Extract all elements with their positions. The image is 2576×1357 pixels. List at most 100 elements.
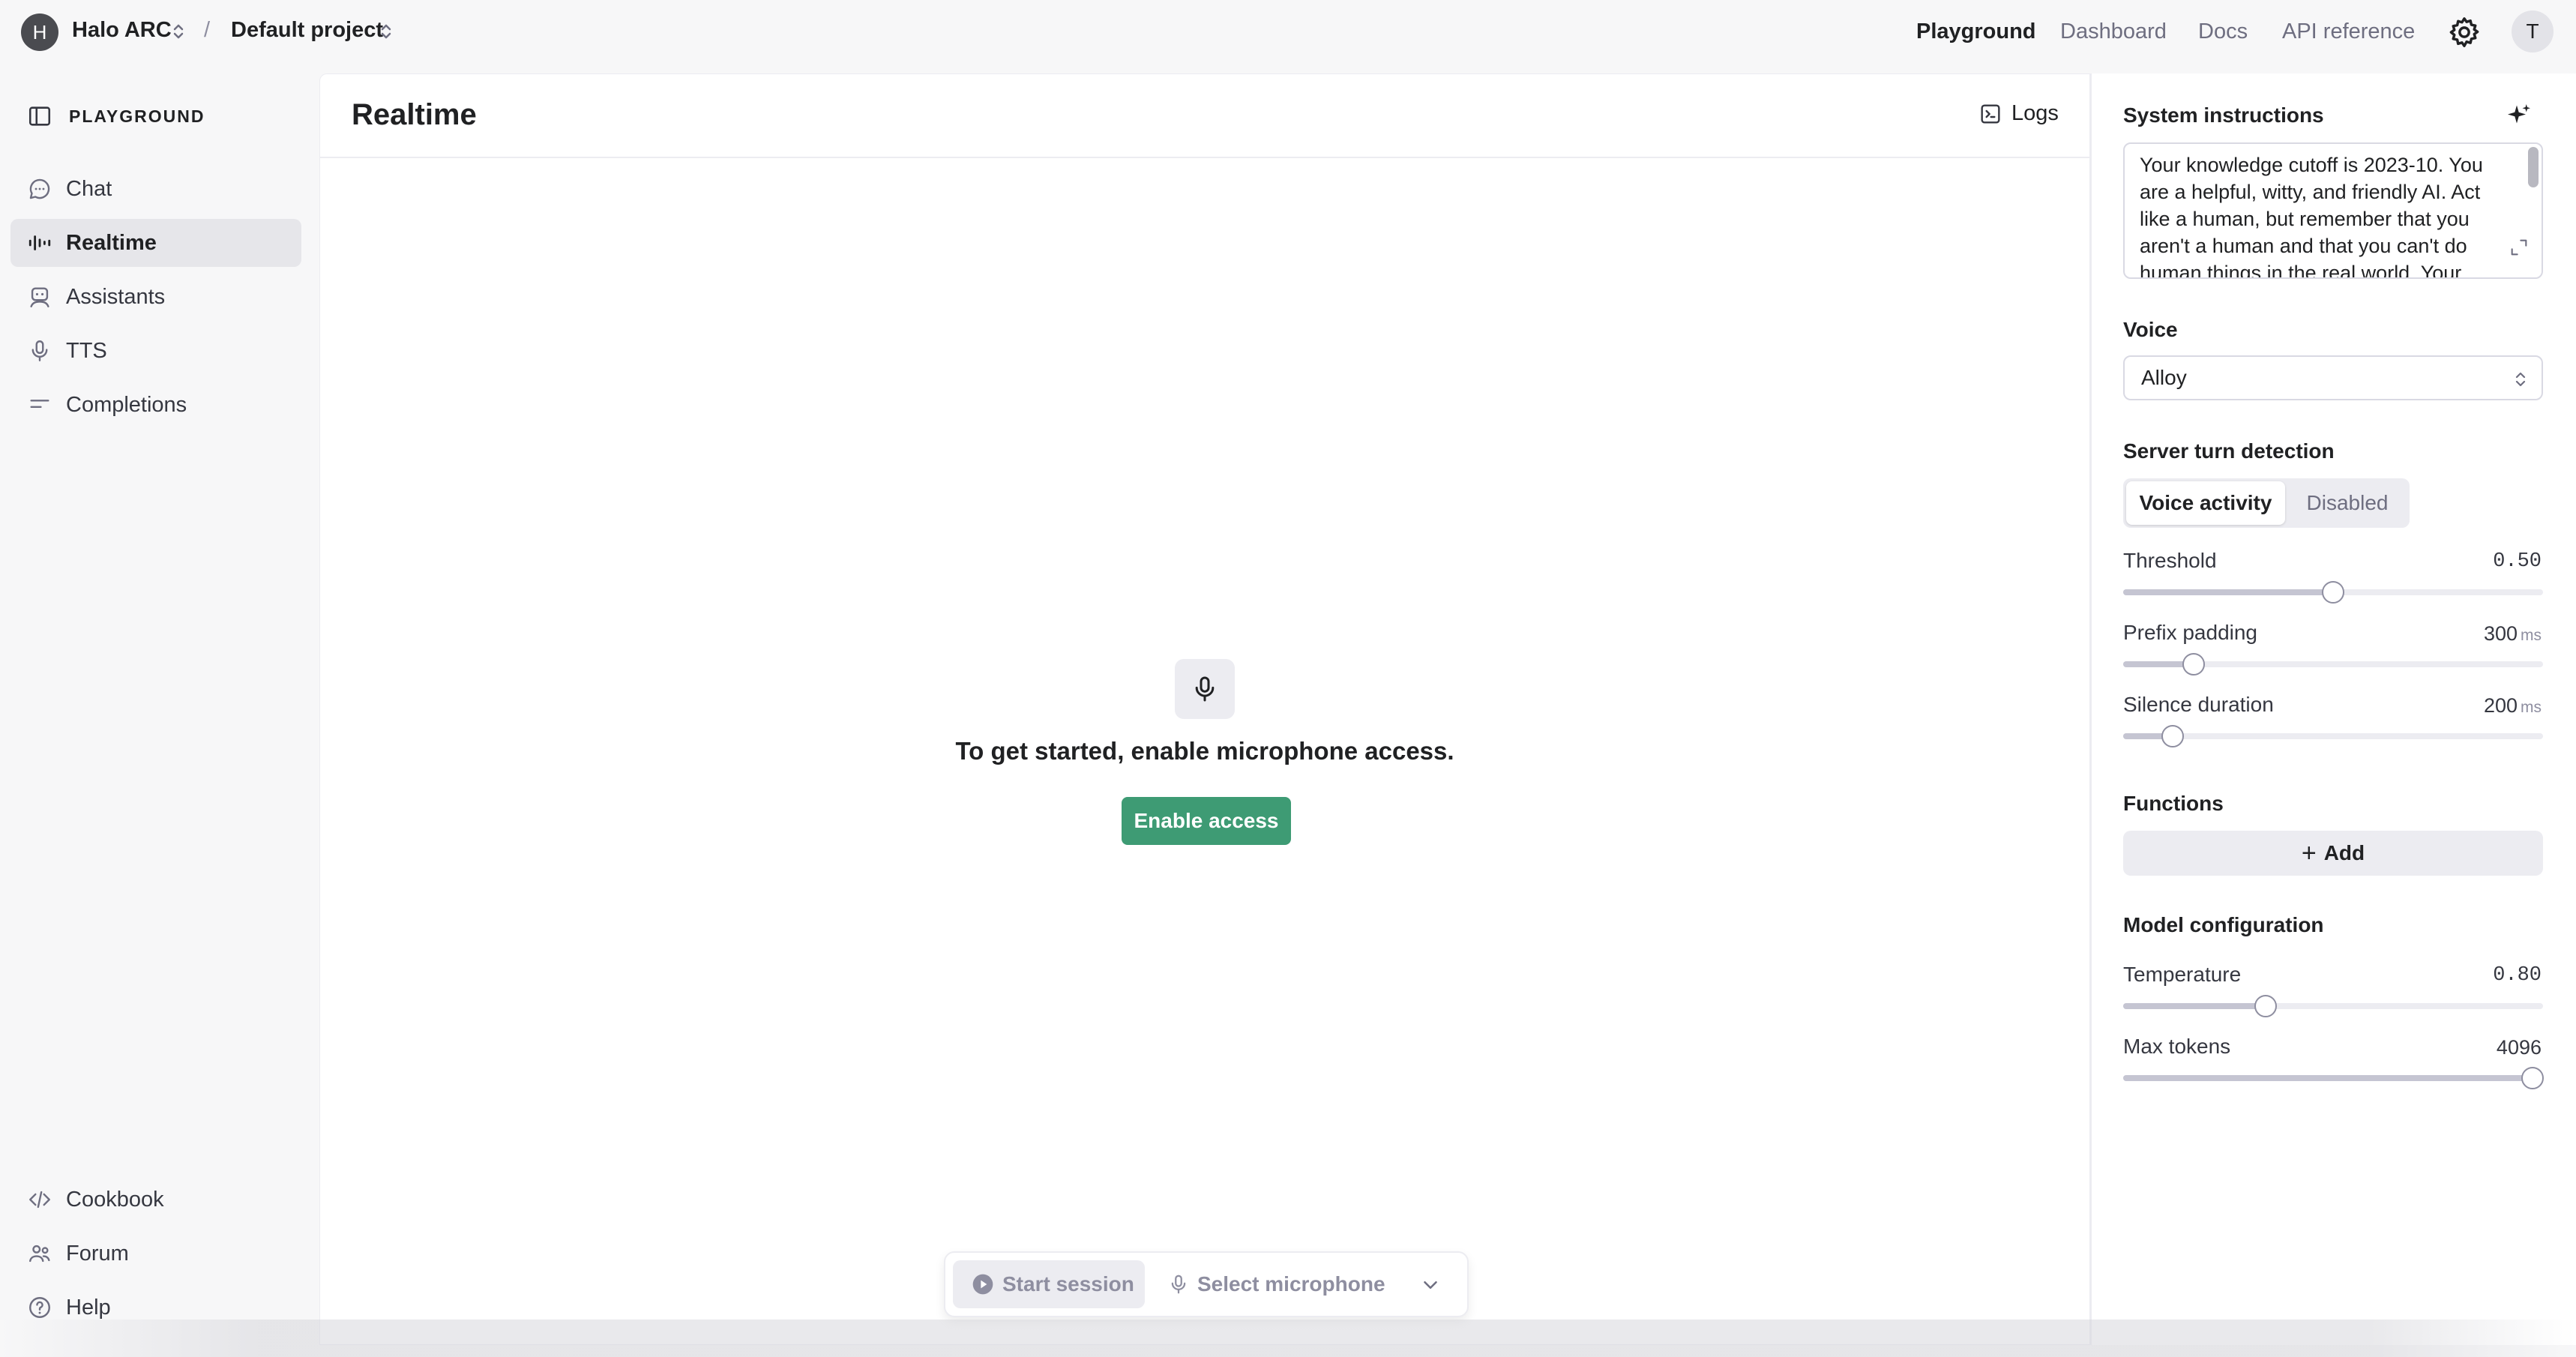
sparkle-icon[interactable] [2506, 102, 2533, 129]
sidebar-item-label: Completions [66, 392, 187, 417]
select-microphone-label: Select microphone [1197, 1272, 1385, 1296]
silence-duration-label: Silence duration [2123, 693, 2274, 716]
prefix-padding-number: 300 [2483, 622, 2518, 645]
sidebar-item-completions[interactable]: Completions [10, 381, 301, 429]
empty-state-message: To get started, enable microphone access… [955, 737, 1454, 765]
textarea-scrollbar[interactable] [2528, 147, 2539, 187]
bottom-shadow [0, 1320, 2576, 1357]
threshold-label: Threshold [2123, 549, 2217, 572]
turn-detection-toggle: Voice activity Disabled [2123, 478, 2410, 528]
silence-duration-slider[interactable] [2123, 725, 2543, 747]
org-switcher-chevron-icon[interactable] [171, 21, 186, 42]
threshold-slider-thumb[interactable] [2322, 581, 2344, 604]
prefix-padding-slider[interactable] [2123, 653, 2543, 676]
nav-dashboard[interactable]: Dashboard [2060, 19, 2167, 44]
max-tokens-value: 4096 [2496, 1036, 2542, 1059]
model-configuration-title: Model configuration [2123, 913, 2324, 936]
expand-icon[interactable] [2509, 237, 2530, 258]
microphone-icon [1195, 676, 1215, 702]
chevron-down-icon[interactable] [1419, 1274, 1442, 1296]
max-tokens-slider-fill [2123, 1075, 2533, 1081]
sidebar-item-label: Help [66, 1295, 111, 1320]
sidebar-item-chat[interactable]: Chat [10, 165, 301, 213]
prefix-padding-label: Prefix padding [2123, 621, 2258, 644]
enable-access-button[interactable]: Enable access [1122, 797, 1291, 845]
help-circle-icon [29, 1297, 50, 1318]
sidebar-item-cookbook[interactable]: Cookbook [10, 1176, 301, 1224]
terminal-icon [1981, 103, 2000, 124]
select-microphone-button[interactable]: Select microphone [1167, 1260, 1385, 1308]
project-switcher-chevron-icon[interactable] [379, 21, 394, 42]
temperature-slider-thumb[interactable] [2254, 995, 2278, 1017]
play-circle-icon [972, 1274, 993, 1295]
threshold-value: 0.50 [2493, 550, 2542, 573]
prefix-padding-value: 300 ms [2484, 622, 2542, 646]
main-panel: Realtime Logs To get started, enable mic… [319, 73, 2090, 1345]
start-session-label: Start session [1002, 1272, 1134, 1296]
start-session-button[interactable]: Start session [953, 1260, 1145, 1308]
system-instructions-title: System instructions [2123, 103, 2324, 127]
max-tokens-label: Max tokens [2123, 1035, 2231, 1058]
code-icon [29, 1191, 50, 1209]
microphone-icon [1171, 1275, 1186, 1294]
temperature-slider-fill [2123, 1003, 2266, 1009]
page-title: Realtime [352, 98, 477, 131]
prefix-padding-unit: ms [2521, 627, 2542, 644]
sidebar-item-forum[interactable]: Forum [10, 1230, 301, 1278]
nav-docs[interactable]: Docs [2198, 19, 2248, 44]
session-controls: Start session Select microphone [944, 1251, 1469, 1317]
org-avatar[interactable]: H [21, 13, 58, 51]
project-name[interactable]: Default project [231, 18, 383, 43]
voice-title: Voice [2123, 318, 2178, 341]
system-instructions-textarea[interactable]: Your knowledge cutoff is 2023-10. You ar… [2123, 142, 2543, 279]
nav-playground[interactable]: Playground [1916, 19, 2036, 44]
header-divider [320, 157, 2089, 158]
logs-button[interactable]: Logs [1978, 101, 2059, 126]
voice-select[interactable]: Alloy [2123, 355, 2543, 400]
temperature-slider[interactable] [2123, 995, 2543, 1017]
functions-title: Functions [2123, 792, 2224, 815]
sidebar-item-tts[interactable]: TTS [10, 327, 301, 375]
audio-bars-icon [28, 235, 51, 250]
people-icon [29, 1245, 50, 1263]
turn-detection-disabled[interactable]: Disabled [2288, 481, 2407, 525]
org-name[interactable]: Halo ARC [72, 18, 172, 43]
sidebar-item-assistants[interactable]: Assistants [10, 273, 301, 321]
microphone-badge [1175, 659, 1235, 719]
plus-icon: + [2301, 838, 2317, 867]
max-tokens-slider-thumb[interactable] [2521, 1067, 2544, 1089]
turn-detection-title: Server turn detection [2123, 439, 2335, 463]
temperature-label: Temperature [2123, 963, 2242, 986]
sidebar-item-label: TTS [66, 338, 107, 363]
silence-duration-number: 200 [2483, 694, 2518, 717]
sidebar-item-label: Forum [66, 1241, 129, 1266]
sidebar-item-label: Chat [66, 176, 112, 201]
temperature-value: 0.80 [2493, 964, 2542, 987]
chat-bubble-icon [29, 178, 50, 199]
add-function-label: Add [2323, 841, 2365, 864]
silence-duration-value: 200 ms [2484, 694, 2542, 717]
threshold-slider[interactable] [2123, 581, 2543, 604]
threshold-slider-fill [2123, 589, 2333, 595]
prefix-padding-slider-thumb[interactable] [2182, 653, 2205, 676]
silence-duration-unit: ms [2521, 699, 2542, 716]
robot-icon [30, 287, 49, 307]
sidebar-item-realtime[interactable]: Realtime [10, 219, 301, 267]
microphone-icon [31, 340, 48, 361]
turn-detection-voice-activity[interactable]: Voice activity [2126, 481, 2285, 525]
add-function-button[interactable]: + Add [2123, 831, 2543, 876]
breadcrumb-separator: / [204, 18, 211, 42]
voice-selected-value: Alloy [2141, 366, 2187, 389]
user-avatar[interactable]: T [2512, 10, 2554, 52]
select-chevron-icon [2515, 372, 2526, 387]
nav-api-reference[interactable]: API reference [2282, 19, 2415, 44]
silence-duration-slider-thumb[interactable] [2161, 725, 2185, 747]
sidebar: PLAYGROUND Chat Realtime Assistants TTS [0, 64, 319, 1357]
sidebar-item-label: Cookbook [66, 1187, 164, 1212]
settings-gear-icon[interactable] [2447, 15, 2482, 49]
sidebar-item-label: Assistants [66, 284, 166, 309]
max-tokens-slider[interactable] [2123, 1067, 2544, 1089]
sidebar-title: PLAYGROUND [69, 106, 205, 126]
sidebar-toggle-icon[interactable] [27, 103, 52, 129]
sidebar-header: PLAYGROUND [27, 103, 205, 129]
